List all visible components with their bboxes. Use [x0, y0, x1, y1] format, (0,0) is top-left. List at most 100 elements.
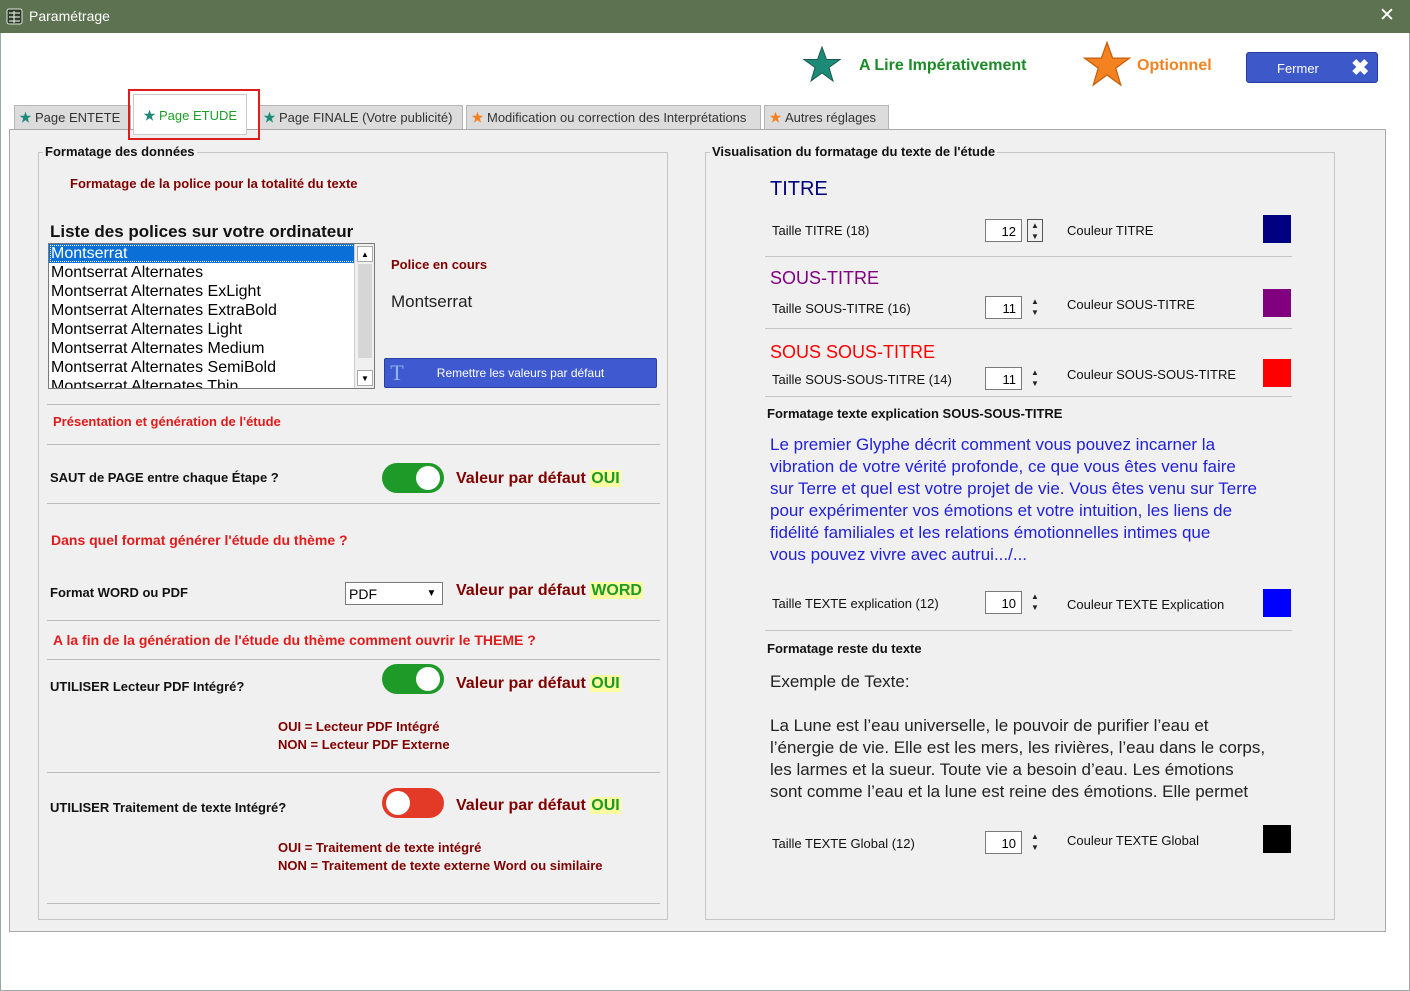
- reset-icon: T: [390, 360, 404, 385]
- format-question: Dans quel format générer l'étude du thèm…: [51, 532, 348, 548]
- divider: [47, 620, 660, 621]
- font-list-item[interactable]: Montserrat Alternates: [49, 263, 374, 282]
- legend-required-label: A Lire Impérativement: [859, 57, 1027, 74]
- sous-sous-titre-size-stepper[interactable]: 11 ▲ ▼: [985, 367, 1047, 390]
- stepper-arrows-icon[interactable]: ▲ ▼: [1027, 591, 1043, 614]
- explication-preview-text: Le premier Glyphe décrit comment vous po…: [770, 434, 1300, 566]
- stepper-arrows-icon[interactable]: ▲ ▼: [1027, 219, 1043, 242]
- stepper-arrows-icon[interactable]: ▲ ▼: [1027, 296, 1043, 319]
- font-list-item[interactable]: Montserrat Alternates ExLight: [49, 282, 374, 301]
- current-font-value: Montserrat: [391, 292, 473, 311]
- titre-color-swatch[interactable]: [1263, 215, 1291, 243]
- window-close-icon[interactable]: ✕: [1373, 3, 1401, 29]
- font-format-heading: Formatage de la police pour la totalité …: [70, 176, 358, 191]
- pdf-reader-default: Valeur par défaut OUI: [456, 675, 621, 693]
- stepper-value[interactable]: 12: [985, 219, 1022, 242]
- scroll-thumb[interactable]: [358, 264, 372, 358]
- divider: [47, 404, 660, 405]
- window-title: Paramétrage: [29, 8, 110, 24]
- data-format-group-title: Formatage des données: [43, 144, 197, 159]
- page-break-default: Valeur par défaut OUI: [456, 470, 621, 488]
- font-list-scrollbar[interactable]: ▲ ▼: [354, 244, 374, 388]
- pdf-reader-note-no: NON = Lecteur PDF Externe: [278, 737, 450, 752]
- format-label: Format WORD ou PDF: [50, 585, 188, 600]
- global-heading: Formatage reste du texte: [767, 641, 922, 656]
- tab-page-entete[interactable]: Page ENTETE: [14, 105, 131, 129]
- sous-sous-titre-color-swatch[interactable]: [1263, 359, 1291, 387]
- default-prefix: Valeur par défaut: [456, 797, 586, 814]
- explication-size-stepper[interactable]: 10 ▲ ▼: [985, 591, 1047, 614]
- sous-titre-size-stepper[interactable]: 11 ▲ ▼: [985, 296, 1047, 319]
- text-line: vous pouvez vivre avec autrui.../...: [770, 545, 1028, 564]
- titre-preview: TITRE: [770, 178, 828, 200]
- toggle-knob: [416, 667, 440, 691]
- stepper-value[interactable]: 11: [985, 367, 1022, 390]
- stepper-value[interactable]: 11: [985, 296, 1022, 319]
- stepper-arrows-icon[interactable]: ▲ ▼: [1027, 367, 1043, 390]
- font-list-item[interactable]: Montserrat Alternates Medium: [49, 339, 374, 358]
- chevron-down-icon[interactable]: ▼: [423, 585, 440, 602]
- stepper-arrows-icon[interactable]: ▲ ▼: [1027, 831, 1043, 854]
- text-line: vibration de votre vérité profonde, ce q…: [770, 457, 1236, 476]
- default-value: OUI: [590, 675, 621, 692]
- tab-label: Autres réglages: [785, 110, 877, 125]
- sous-sous-titre-size-label: Taille SOUS-SOUS-TITRE (14): [772, 372, 952, 387]
- sous-titre-color-swatch[interactable]: [1263, 289, 1291, 317]
- divider: [765, 256, 1292, 257]
- explication-color-swatch[interactable]: [1263, 589, 1291, 617]
- divider: [765, 630, 1292, 631]
- default-prefix: Valeur par défaut: [456, 470, 586, 487]
- font-list-item[interactable]: Montserrat Alternates SemiBold: [49, 358, 374, 377]
- presentation-heading: Présentation et génération de l'étude: [53, 414, 281, 429]
- font-list-item[interactable]: Montserrat Alternates ExtraBold: [49, 301, 374, 320]
- titre-color-label: Couleur TITRE: [1067, 223, 1154, 238]
- global-size-stepper[interactable]: 10 ▲ ▼: [985, 831, 1047, 854]
- word-processor-default: Valeur par défaut OUI: [456, 797, 621, 815]
- sous-titre-size-label: Taille SOUS-TITRE (16): [772, 301, 911, 316]
- font-list-item[interactable]: Montserrat Alternates Thin: [49, 377, 374, 388]
- sous-sous-titre-preview: SOUS SOUS-TITRE: [770, 342, 936, 362]
- tab-autres-reglages[interactable]: Autres réglages: [764, 105, 889, 129]
- font-listbox[interactable]: Montserrat Montserrat Alternates Montser…: [48, 243, 375, 389]
- explication-heading: Formatage texte explication SOUS-SOUS-TI…: [767, 406, 1063, 421]
- word-processor-note-yes: OUI = Traitement de texte intégré: [278, 840, 482, 855]
- global-size-label: Taille TEXTE Global (12): [772, 836, 915, 851]
- stepper-value[interactable]: 10: [985, 591, 1022, 614]
- text-line: fidélité familiales et les relations émo…: [770, 523, 1211, 542]
- star-teal-icon: [263, 111, 276, 123]
- explication-color-label: Couleur TEXTE Explication: [1067, 597, 1225, 612]
- pdf-reader-toggle[interactable]: [382, 664, 444, 694]
- divider: [47, 503, 660, 504]
- page-break-toggle[interactable]: [382, 463, 444, 493]
- stepper-value[interactable]: 10: [985, 831, 1022, 854]
- tab-label: Page ENTETE: [35, 110, 121, 125]
- divider: [47, 903, 660, 904]
- sous-titre-preview: SOUS-TITRE: [770, 268, 880, 288]
- reset-defaults-button[interactable]: T Remettre les valeurs par défaut: [384, 358, 657, 388]
- active-tab-highlight: [128, 89, 260, 140]
- global-color-swatch[interactable]: [1263, 825, 1291, 853]
- text-line: Le premier Glyphe décrit comment vous po…: [770, 435, 1216, 454]
- close-button[interactable]: Fermer ✖: [1246, 52, 1378, 83]
- toggle-knob: [386, 791, 410, 815]
- default-prefix: Valeur par défaut: [456, 675, 586, 692]
- divider: [47, 444, 660, 445]
- divider: [47, 659, 660, 660]
- titre-size-stepper[interactable]: 12 ▲ ▼: [985, 219, 1047, 242]
- pdf-reader-note-yes: OUI = Lecteur PDF Intégré: [278, 719, 440, 734]
- tab-page-finale[interactable]: Page FINALE (Votre publicité): [258, 105, 463, 129]
- sous-titre-color-label: Couleur SOUS-TITRE: [1067, 297, 1195, 312]
- format-select[interactable]: PDF ▼: [345, 582, 443, 605]
- default-value: OUI: [590, 470, 621, 487]
- font-list-item[interactable]: Montserrat Alternates Light: [49, 320, 374, 339]
- tab-modification[interactable]: Modification ou correction des Interprét…: [466, 105, 761, 129]
- explication-size-label: Taille TEXTE explication (12): [772, 596, 939, 611]
- legend-optional-label: Optionnel: [1137, 57, 1212, 74]
- star-teal-icon: [19, 111, 32, 123]
- default-value: OUI: [590, 797, 621, 814]
- word-processor-toggle[interactable]: [382, 788, 444, 818]
- scroll-up-icon[interactable]: ▲: [357, 246, 373, 262]
- font-list-item[interactable]: Montserrat: [49, 244, 374, 263]
- scroll-down-icon[interactable]: ▼: [357, 370, 373, 386]
- text-line: La Lune est l’eau universelle, le pouvoi…: [770, 716, 1209, 735]
